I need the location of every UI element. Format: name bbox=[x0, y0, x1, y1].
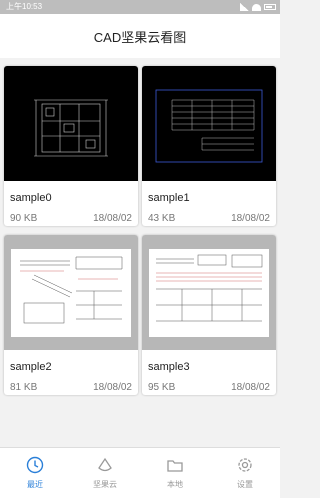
file-card-sample1[interactable]: sample1 43 KB 18/08/02 bbox=[142, 66, 276, 226]
cad-preview-image bbox=[11, 249, 131, 337]
page-title: CAD坚果云看图 bbox=[93, 29, 187, 45]
status-bar: 上午10:53 bbox=[0, 0, 280, 14]
tab-label: 设置 bbox=[237, 480, 253, 489]
tab-recent[interactable]: 最近 bbox=[0, 448, 70, 498]
file-card-sample2[interactable]: sample2 81 KB 18/08/02 bbox=[4, 235, 138, 395]
tab-settings[interactable]: 设置 bbox=[210, 448, 280, 498]
tab-label: 最近 bbox=[27, 480, 43, 489]
file-date: 18/08/02 bbox=[231, 213, 270, 224]
cad-preview-image bbox=[155, 89, 263, 163]
file-size: 43 KB bbox=[148, 213, 176, 224]
file-card-sample3[interactable]: sample3 95 KB 18/08/02 bbox=[142, 235, 276, 395]
cad-preview-image bbox=[34, 99, 108, 157]
file-date: 18/08/02 bbox=[93, 213, 132, 224]
file-name: sample2 bbox=[10, 361, 52, 373]
file-name: sample0 bbox=[10, 192, 52, 204]
bottom-tab-bar: 最近 坚果云 本地 设置 bbox=[0, 447, 280, 498]
status-time: 上午10:53 bbox=[6, 2, 43, 11]
tab-label: 本地 bbox=[167, 480, 183, 489]
folder-icon bbox=[167, 460, 183, 472]
file-size: 90 KB bbox=[10, 213, 38, 224]
signal-icon bbox=[240, 3, 249, 11]
file-thumbnail bbox=[4, 235, 138, 350]
file-thumbnail bbox=[142, 66, 276, 181]
battery-icon bbox=[264, 4, 276, 10]
tab-label: 坚果云 bbox=[93, 480, 117, 489]
app-header: CAD坚果云看图 bbox=[0, 14, 280, 58]
file-size: 81 KB bbox=[10, 382, 38, 393]
file-thumbnail bbox=[142, 235, 276, 350]
file-date: 18/08/02 bbox=[93, 382, 132, 393]
cad-preview-image bbox=[149, 249, 269, 337]
file-name: sample1 bbox=[148, 192, 190, 204]
file-thumbnail bbox=[4, 66, 138, 181]
clock-icon bbox=[26, 456, 44, 474]
tab-nutstore[interactable]: 坚果云 bbox=[70, 448, 140, 498]
tab-local[interactable]: 本地 bbox=[140, 448, 210, 498]
nutstore-icon bbox=[98, 457, 112, 472]
file-card-sample0[interactable]: sample0 90 KB 18/08/02 bbox=[4, 66, 138, 226]
file-date: 18/08/02 bbox=[231, 382, 270, 393]
status-icons bbox=[240, 3, 276, 11]
file-size: 95 KB bbox=[148, 382, 176, 393]
file-name: sample3 bbox=[148, 361, 190, 373]
gear-icon bbox=[238, 458, 252, 472]
wifi-icon bbox=[252, 3, 261, 11]
